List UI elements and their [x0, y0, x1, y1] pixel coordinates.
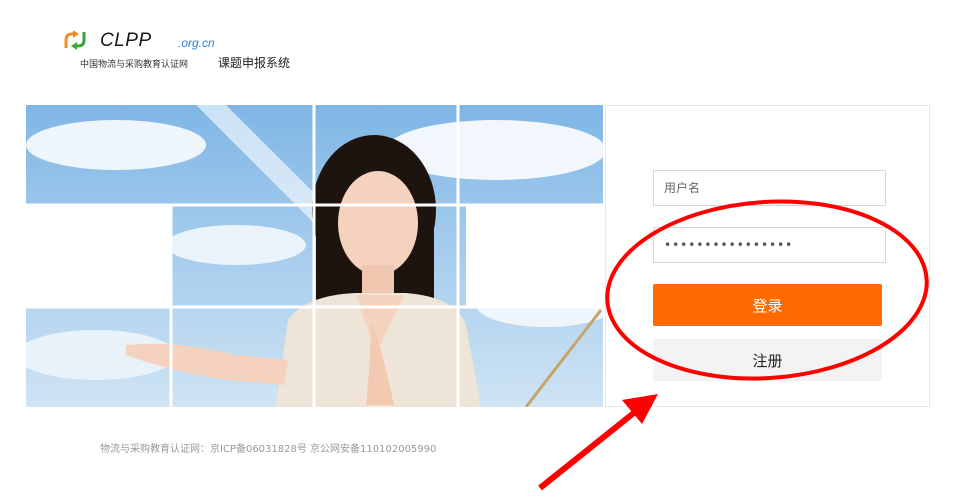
hero-banner-image: [26, 105, 603, 407]
site-logo[interactable]: CLPP .org.cn 中国物流与采购教育认证网 课题申报系统: [62, 24, 312, 74]
footer-copyright: 物流与采购教育认证网：京ICP备06031828号 京公网安备110102005…: [100, 444, 437, 455]
logo-domain: .org.cn: [178, 36, 215, 50]
system-title: 课题申报系统: [218, 56, 291, 70]
username-input[interactable]: [653, 170, 886, 206]
annotation-arrow-shaft: [538, 405, 642, 491]
logo-subtitle: 中国物流与采购教育认证网: [80, 60, 189, 70]
login-button[interactable]: 登录: [653, 284, 882, 326]
recycle-arrows-logo-icon: [64, 30, 86, 50]
banner-illustration: [26, 105, 603, 407]
register-button[interactable]: 注册: [653, 339, 882, 381]
password-input[interactable]: [653, 227, 886, 263]
logo-wordmark: CLPP: [100, 30, 152, 51]
